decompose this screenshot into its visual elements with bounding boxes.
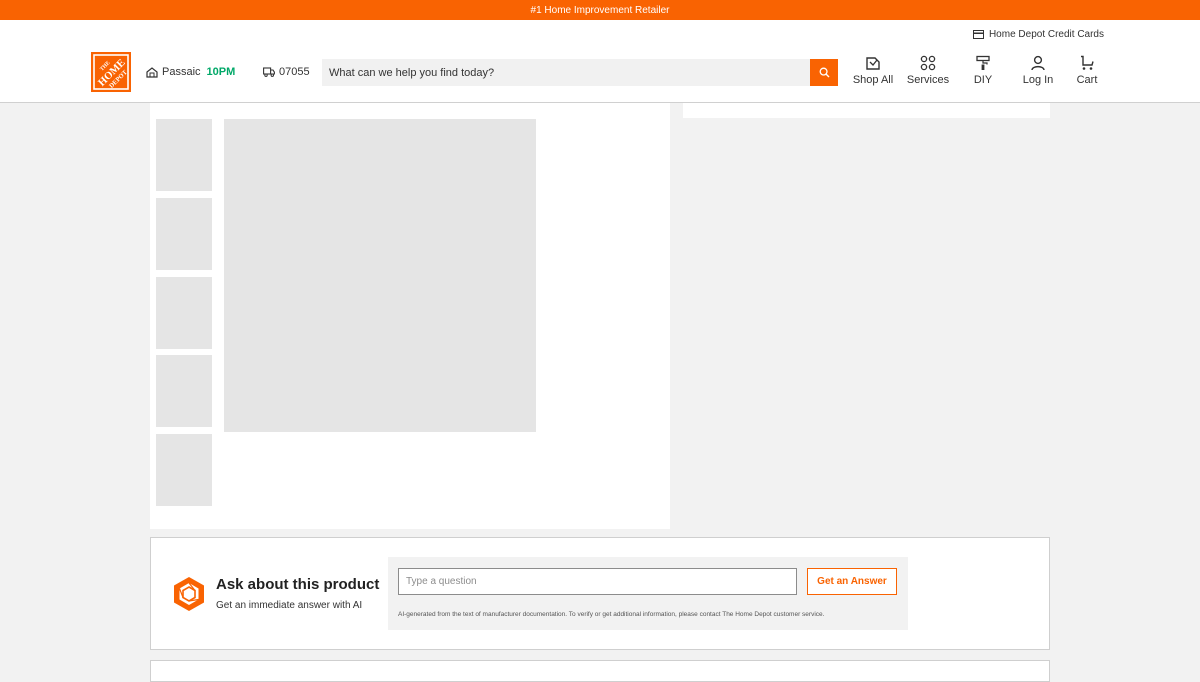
product-media-panel [150,103,670,529]
product-thumbnail[interactable] [156,119,212,191]
ai-hexagon-icon [174,577,204,611]
credit-cards-label: Home Depot Credit Cards [988,29,1104,40]
ai-disclaimer: AI-generated from the text of manufactur… [398,611,825,618]
promo-text: #1 Home Improvement Retailer [530,4,670,16]
search-input[interactable] [322,59,810,86]
nav-cart[interactable]: Cart [1062,55,1112,91]
truck-icon [263,67,275,77]
nav-diy-label: DIY [973,74,993,86]
product-info-panel [683,103,1050,118]
promo-bar: #1 Home Improvement Retailer [0,0,1200,20]
shop-all-icon [866,57,880,70]
home-depot-logo[interactable]: THE HOME DEPOT [91,52,131,92]
product-thumbnail[interactable] [156,277,212,349]
nav-cart-label: Cart [1076,74,1098,86]
credit-cards-link[interactable]: Home Depot Credit Cards [972,29,1104,40]
paint-roller-icon [976,55,990,70]
store-name: Passaic [162,66,201,78]
product-thumbnail[interactable] [156,198,212,270]
store-hours: 10PM [206,66,236,78]
user-icon [1031,55,1045,71]
nav-services[interactable]: Services [903,55,953,91]
services-icon [920,55,936,71]
store-selector[interactable]: Passaic 10PM [146,66,235,78]
store-icon [146,66,158,78]
nav-log-in-label: Log In [1022,74,1054,86]
credit-card-icon [972,30,984,39]
search-button[interactable] [810,59,838,86]
ask-about-product-section: Ask about this product Get an immediate … [150,537,1050,650]
nav-diy[interactable]: DIY [958,55,1008,91]
question-input[interactable] [398,568,797,595]
product-thumbnail[interactable] [156,355,212,427]
nav-shop-all-label: Shop All [852,74,894,86]
delivery-zip-selector[interactable]: 07055 [263,66,310,78]
delivery-zip: 07055 [279,66,310,78]
search-icon [819,67,829,78]
site-header: Home Depot Credit Cards THE HOME DEPOT P… [0,20,1200,103]
nav-shop-all[interactable]: Shop All [848,55,898,91]
product-main-image[interactable] [224,119,536,432]
search-bar [322,59,838,86]
ask-subtitle: Get an immediate answer with AI [216,600,363,611]
cart-icon [1081,55,1094,70]
product-thumbnail[interactable] [156,434,212,506]
next-section-card [150,660,1050,682]
nav-services-label: Services [906,74,950,86]
ask-question-box: Get an Answer AI-generated from the text… [388,557,908,630]
ask-title: Ask about this product [216,576,380,593]
get-answer-button[interactable]: Get an Answer [807,568,897,595]
nav-log-in[interactable]: Log In [1013,55,1063,91]
